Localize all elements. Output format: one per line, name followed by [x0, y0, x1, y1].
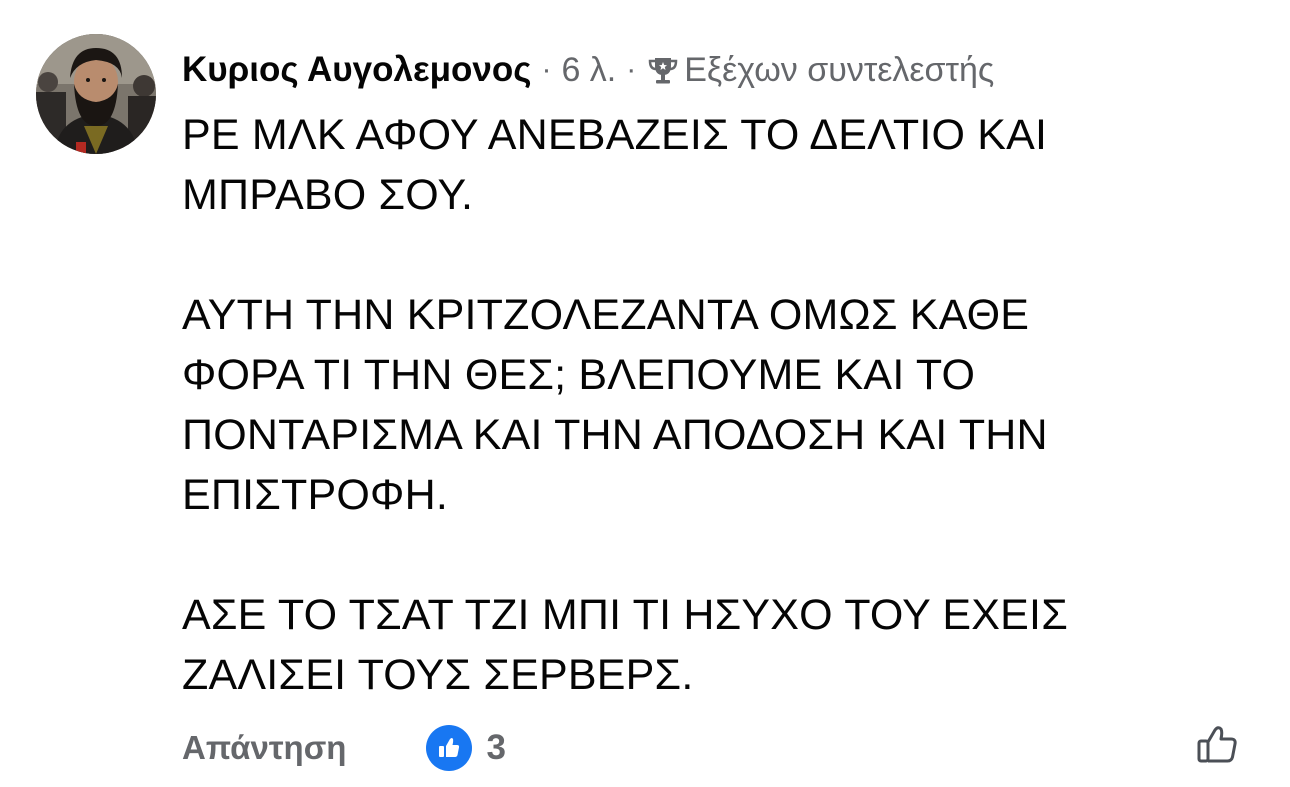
separator-dot: ·	[541, 53, 552, 86]
trophy-icon	[646, 53, 680, 87]
author-name[interactable]: Κυριος Αυγολεμονος	[182, 50, 531, 90]
comment: Κυριος Αυγολεμονος · 6 λ. · Εξέχων συντε…	[0, 0, 1290, 787]
like-reaction-icon	[426, 725, 473, 771]
thumbs-up-outline-icon	[1195, 722, 1241, 773]
avatar[interactable]	[36, 34, 156, 154]
like-button[interactable]	[1193, 722, 1243, 772]
top-contributor-badge[interactable]: Εξέχων συντελεστής	[646, 51, 994, 90]
reply-button[interactable]: Απάντηση	[182, 729, 346, 767]
comment-header: Κυριος Αυγολεμονος · 6 λ. · Εξέχων συντε…	[182, 46, 994, 94]
comment-actions: Απάντηση 3	[182, 722, 506, 774]
badge-label: Εξέχων συντελεστής	[684, 50, 995, 89]
comment-time[interactable]: 6 λ.	[561, 51, 616, 90]
comment-text: ΡΕ ΜΛΚ ΑΦΟΥ ΑΝΕΒΑΖΕΙΣ ΤΟ ΔΕΛΤΙΟ ΚΑΙ ΜΠΡΑ…	[182, 111, 1068, 699]
reaction-summary[interactable]: 3	[426, 725, 506, 771]
avatar-photo	[36, 34, 156, 154]
separator-dot: ·	[626, 53, 637, 86]
reaction-count: 3	[486, 728, 506, 767]
